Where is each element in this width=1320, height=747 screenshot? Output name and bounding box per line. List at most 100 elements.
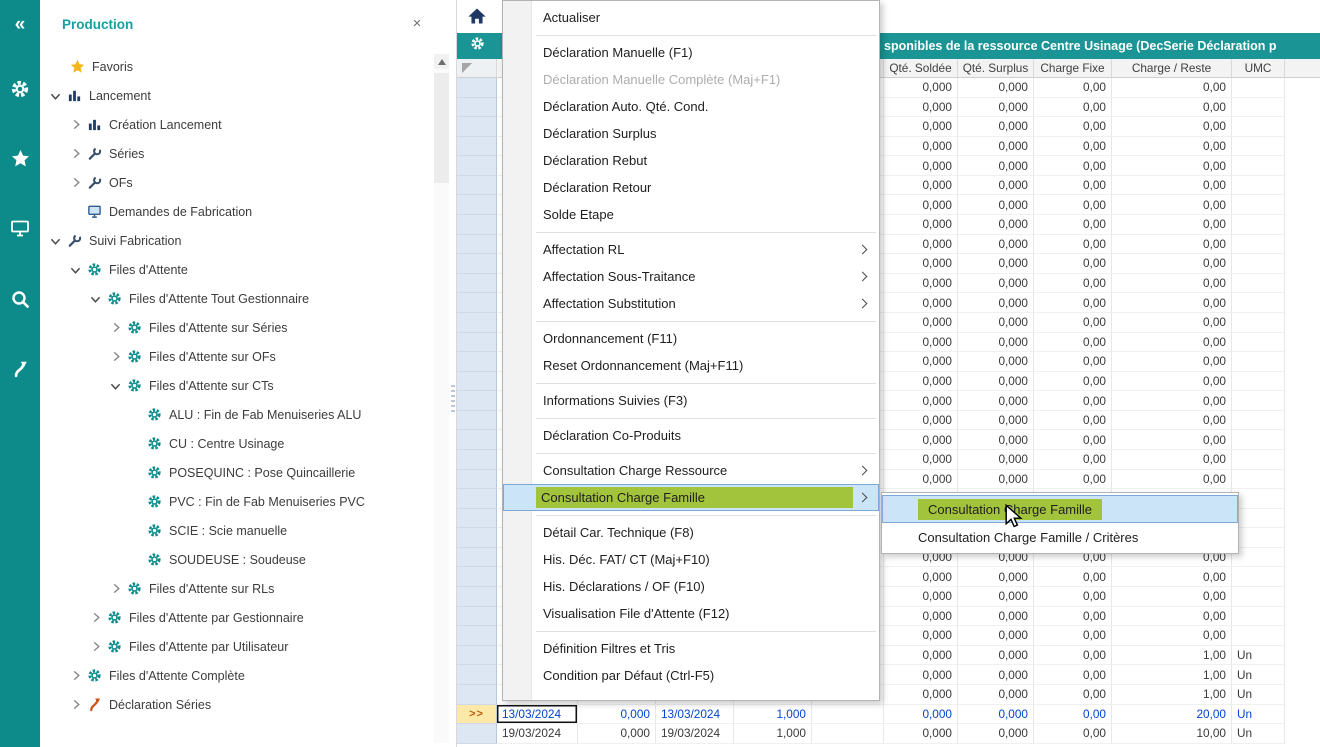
row-header-cell[interactable]	[457, 274, 497, 294]
cell[interactable]: 0,000	[958, 430, 1034, 450]
cell[interactable]	[1232, 78, 1285, 98]
cell[interactable]: 0,000	[958, 274, 1034, 294]
tree-item-files-d-attente-sur-series[interactable]: Files d'Attente sur Séries	[40, 313, 432, 342]
row-header-cell[interactable]	[457, 509, 497, 529]
rail-collapse-panel-button[interactable]: «	[0, 10, 40, 38]
cell[interactable]: 0,00	[1112, 567, 1232, 587]
menu-item-declaration-manuelle-complete-maj-f1[interactable]: Déclaration Manuelle Complète (Maj+F1)	[503, 66, 879, 93]
cell[interactable]: Un	[1232, 724, 1285, 744]
menu-item-declaration-surplus[interactable]: Déclaration Surplus	[503, 120, 879, 147]
row-header-cell[interactable]	[457, 646, 497, 666]
grid-corner-cell[interactable]	[457, 59, 497, 77]
cell[interactable]: 0,000	[958, 313, 1034, 333]
cell[interactable]: 0,00	[1034, 137, 1112, 157]
menu-item-consultation-charge-famille[interactable]: Consultation Charge Famille	[503, 484, 879, 511]
cell[interactable]: 19/03/2024	[656, 724, 734, 744]
rail-search-button[interactable]	[0, 287, 40, 315]
cell[interactable]	[1232, 274, 1285, 294]
cell[interactable]	[1232, 587, 1285, 607]
cell[interactable]: 0,00	[1034, 352, 1112, 372]
cell[interactable]: 0,000	[958, 587, 1034, 607]
cell[interactable]: 0,000	[958, 607, 1034, 627]
cell[interactable]: 0,000	[884, 705, 958, 725]
tree-item-files-d-attente[interactable]: Files d'Attente	[40, 255, 432, 284]
tree-item-favoris[interactable]: Favoris	[40, 52, 432, 81]
chevron-right-icon[interactable]	[90, 641, 102, 653]
cell[interactable]: 0,000	[958, 646, 1034, 666]
cell[interactable]: 0,00	[1112, 352, 1232, 372]
column-header-charge-reste[interactable]: Charge / Reste	[1112, 59, 1232, 77]
cell[interactable]	[1232, 372, 1285, 392]
cell[interactable]: Un	[1232, 665, 1285, 685]
cell[interactable]: 0,00	[1112, 391, 1232, 411]
tree-item-files-d-attente-sur-ofs[interactable]: Files d'Attente sur OFs	[40, 342, 432, 371]
cell[interactable]: 0,000	[958, 391, 1034, 411]
row-header-cell[interactable]	[457, 489, 497, 509]
cell[interactable]: 0,000	[958, 215, 1034, 235]
cell[interactable]: 0,000	[884, 254, 958, 274]
cell[interactable]: 0,000	[884, 587, 958, 607]
rail-workstation-button[interactable]	[0, 217, 40, 245]
cell[interactable]: 0,00	[1112, 333, 1232, 353]
cell[interactable]: 10,00	[1112, 724, 1232, 744]
cell[interactable]: 0,000	[884, 450, 958, 470]
cell[interactable]: 0,000	[884, 391, 958, 411]
tree-item-pvc-fin-de-fab-menuiseries-pvc[interactable]: PVC : Fin de Fab Menuiseries PVC	[40, 487, 432, 516]
cell[interactable]: 0,000	[958, 235, 1034, 255]
cell[interactable]: 0,000	[958, 685, 1034, 705]
row-header-cell[interactable]	[457, 587, 497, 607]
cell[interactable]: 0,000	[884, 430, 958, 450]
chevron-right-icon[interactable]	[110, 322, 122, 334]
cell[interactable]: 0,00	[1112, 117, 1232, 137]
table-row[interactable]: >>13/03/20240,00013/03/20241,0000,0000,0…	[457, 705, 1320, 725]
cell[interactable]: 0,00	[1112, 626, 1232, 646]
cell[interactable]: 0,00	[1034, 724, 1112, 744]
cell[interactable]: 0,00	[1034, 626, 1112, 646]
cell[interactable]: 0,000	[884, 176, 958, 196]
menu-item-his-dec-fat-ct-maj-f10[interactable]: His. Déc. FAT/ CT (Maj+F10)	[503, 546, 879, 573]
cell[interactable]: 0,000	[958, 450, 1034, 470]
cell[interactable]: 0,000	[884, 117, 958, 137]
cell[interactable]	[1232, 235, 1285, 255]
menu-item-affectation-rl[interactable]: Affectation RL	[503, 236, 879, 263]
row-header-cell[interactable]	[457, 313, 497, 333]
menu-item-declaration-retour[interactable]: Déclaration Retour	[503, 174, 879, 201]
cell[interactable]: 0,00	[1112, 78, 1232, 98]
cell[interactable]: 0,000	[958, 137, 1034, 157]
cell[interactable]	[1232, 333, 1285, 353]
cell[interactable]: 0,00	[1034, 156, 1112, 176]
cell[interactable]: Un	[1232, 705, 1285, 725]
cell[interactable]: 0,000	[884, 274, 958, 294]
menu-item-detail-car-technique-f8[interactable]: Détail Car. Technique (F8)	[503, 519, 879, 546]
cell[interactable]: 0,000	[958, 411, 1034, 431]
cell[interactable]: 0,00	[1034, 567, 1112, 587]
cell[interactable]: 0,00	[1112, 587, 1232, 607]
cell[interactable]: 13/03/2024	[497, 705, 578, 725]
cell[interactable]: 0,00	[1034, 665, 1112, 685]
cell[interactable]: 0,00	[1034, 176, 1112, 196]
cell[interactable]	[1232, 117, 1285, 137]
cell[interactable]: 0,00	[1034, 607, 1112, 627]
tree-item-ofs[interactable]: OFs	[40, 168, 432, 197]
cell[interactable]: Un	[1232, 685, 1285, 705]
cell[interactable]: 0,000	[884, 372, 958, 392]
row-header-cell[interactable]	[457, 411, 497, 431]
cell[interactable]: 0,00	[1112, 470, 1232, 490]
tree-item-creation-lancement[interactable]: Création Lancement	[40, 110, 432, 139]
column-header-qte-surplus[interactable]: Qté. Surplus	[958, 59, 1034, 77]
cell[interactable]: 0,00	[1034, 274, 1112, 294]
cell[interactable]: 0,00	[1112, 430, 1232, 450]
cell[interactable]: 0,00	[1034, 195, 1112, 215]
cell[interactable]: 0,000	[884, 724, 958, 744]
cell[interactable]: 0,00	[1034, 98, 1112, 118]
tree-item-files-d-attente-sur-rls[interactable]: Files d'Attente sur RLs	[40, 574, 432, 603]
cell[interactable]: 0,000	[884, 156, 958, 176]
cell[interactable]: 0,000	[958, 195, 1034, 215]
home-button[interactable]	[467, 7, 489, 27]
cell[interactable]: 0,000	[884, 313, 958, 333]
cell[interactable]: 0,00	[1034, 235, 1112, 255]
cell[interactable]: 0,00	[1112, 450, 1232, 470]
tree-item-declaration-series[interactable]: Déclaration Séries	[40, 690, 432, 719]
cell[interactable]: 0,00	[1112, 411, 1232, 431]
cell[interactable]: 0,00	[1034, 685, 1112, 705]
